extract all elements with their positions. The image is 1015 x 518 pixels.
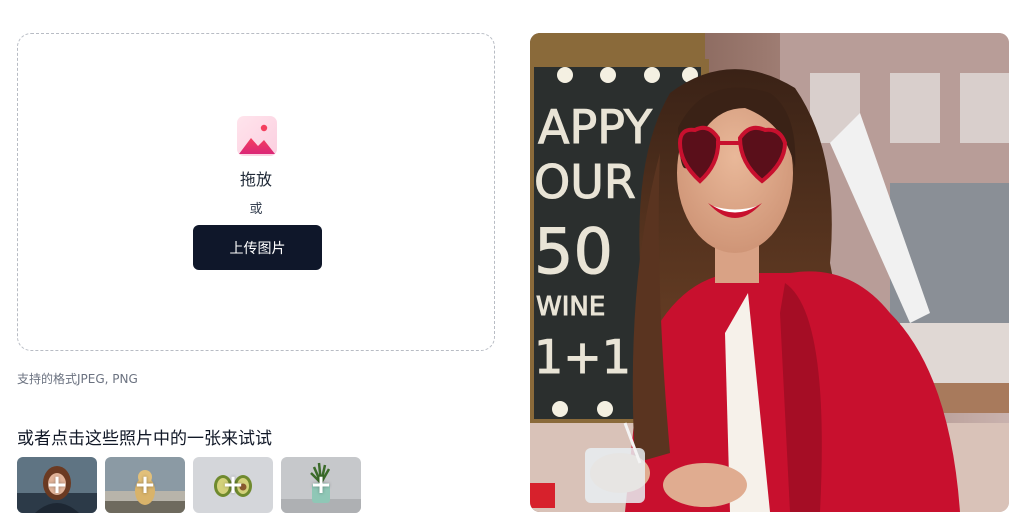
- sample-dog-thumb[interactable]: +: [105, 457, 185, 513]
- supported-formats-text: 支持的格式JPEG, PNG: [17, 372, 138, 386]
- upload-image-button[interactable]: 上传图片: [193, 225, 322, 270]
- sample-avocado-thumb[interactable]: +: [193, 457, 273, 513]
- or-label: 或: [249, 202, 263, 217]
- sign-text-5: 1+1: [534, 330, 631, 384]
- add-icon: +: [134, 470, 156, 500]
- drag-drop-label: 拖放: [239, 170, 272, 189]
- preview-image: APPY OUR 50 WINE 1+1: [530, 33, 1009, 512]
- sample-plant-thumb[interactable]: +: [281, 457, 361, 513]
- add-icon: +: [310, 470, 332, 500]
- sign-text-2: OUR: [534, 155, 636, 209]
- sign-text-3: 50: [534, 215, 613, 288]
- sign-text-4: WINE: [536, 292, 605, 322]
- upload-dropzone[interactable]: 拖放 或 上传图片: [17, 33, 495, 351]
- image-icon: [237, 116, 277, 156]
- sample-images-row: + + + +: [17, 457, 361, 513]
- add-icon: +: [46, 470, 68, 500]
- sign-text-1: APPY: [538, 100, 653, 154]
- add-icon: +: [222, 470, 244, 500]
- sample-woman-thumb[interactable]: +: [17, 457, 97, 513]
- samples-title: 或者点击这些照片中的一张来试试: [17, 429, 272, 449]
